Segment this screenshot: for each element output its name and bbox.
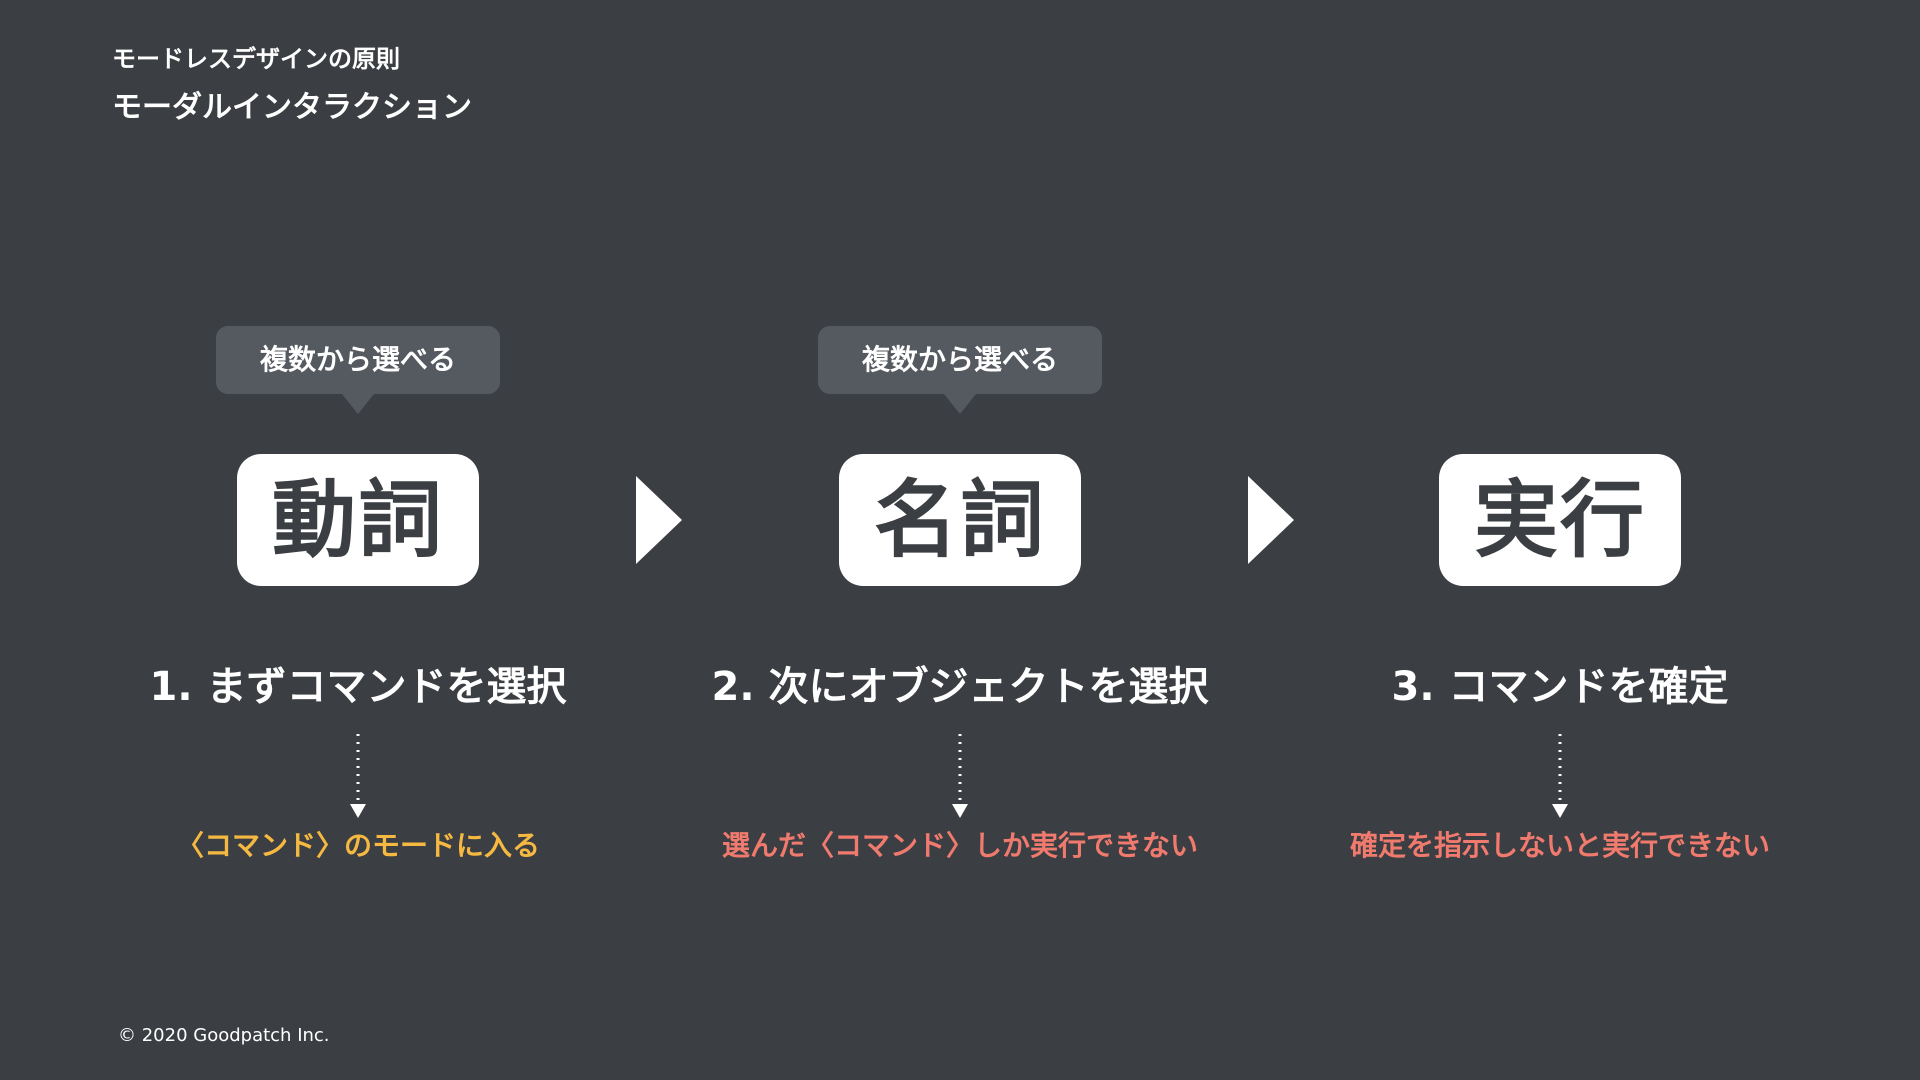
tooltip-multiple-choice: 複数から選べる xyxy=(818,326,1102,394)
step-note-1: 〈コマンド〉のモードに入る xyxy=(175,829,540,862)
step-note-2: 選んだ〈コマンド〉しか実行できない xyxy=(721,829,1198,862)
dotted-down-arrow-icon xyxy=(952,734,968,818)
step-execute: 実行 3. コマンドを確定 確定を指示しないと実行できない xyxy=(1260,320,1860,880)
slide-title: モーダルインタラクション xyxy=(112,90,472,125)
dotted-down-arrow-icon xyxy=(350,734,366,818)
step-label-2: 2. 次にオブジェクトを選択 xyxy=(711,664,1209,710)
slide-header: モードレスデザインの原則 モーダルインタラクション xyxy=(112,42,472,130)
card-verb: 動詞 xyxy=(237,454,479,586)
card-execute: 実行 xyxy=(1439,454,1681,586)
card-noun: 名詞 xyxy=(839,454,1081,586)
step-verb: 複数から選べる 動詞 1. まずコマンドを選択 〈コマンド〉のモードに入る xyxy=(58,320,658,880)
step-label-3: 3. コマンドを確定 xyxy=(1391,664,1729,710)
tooltip-multiple-choice: 複数から選べる xyxy=(216,326,500,394)
step-label-1: 1. まずコマンドを選択 xyxy=(149,664,567,710)
step-note-3: 確定を指示しないと実行できない xyxy=(1349,829,1770,862)
slide-subtitle: モードレスデザインの原則 xyxy=(112,45,400,73)
step-noun: 複数から選べる 名詞 2. 次にオブジェクトを選択 選んだ〈コマンド〉しか実行で… xyxy=(660,320,1260,880)
copyright-footer: © 2020 Goodpatch Inc. xyxy=(118,1025,330,1046)
dotted-down-arrow-icon xyxy=(1552,734,1568,818)
